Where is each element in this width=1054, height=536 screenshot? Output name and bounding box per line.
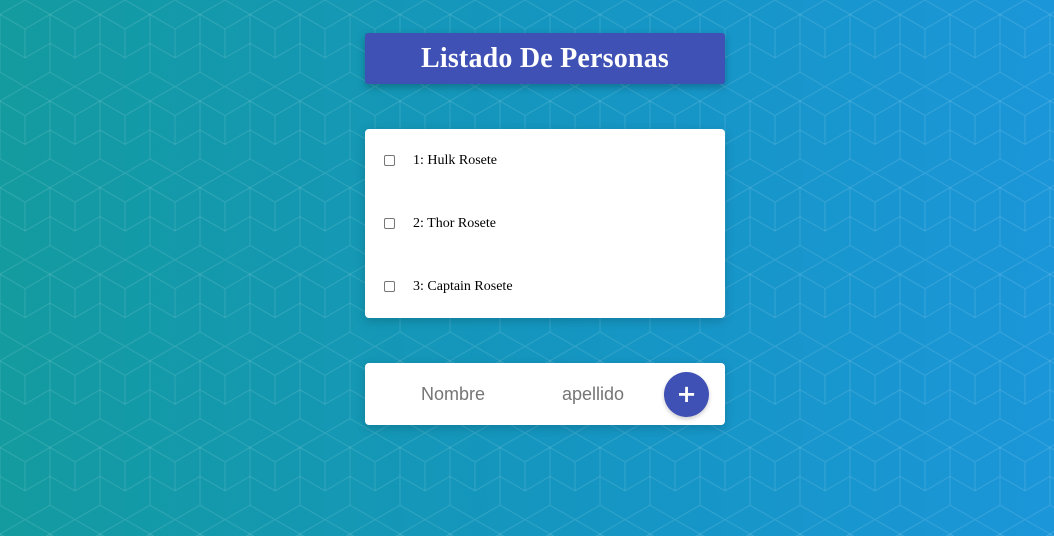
persona-checkbox[interactable] bbox=[384, 155, 395, 166]
persona-label: 2: Thor Rosete bbox=[413, 215, 496, 231]
add-persona-button[interactable]: + bbox=[664, 372, 709, 417]
list-item: 3: Captain Rosete bbox=[365, 255, 725, 318]
plus-icon: + bbox=[676, 380, 697, 408]
nombre-input[interactable] bbox=[393, 378, 513, 410]
title-banner: Listado De Personas bbox=[365, 33, 725, 84]
apellido-input[interactable] bbox=[533, 378, 653, 410]
personas-list: 1: Hulk Rosete 2: Thor Rosete 3: Captain… bbox=[365, 129, 725, 318]
persona-label: 3: Captain Rosete bbox=[413, 278, 513, 294]
list-item: 2: Thor Rosete bbox=[365, 192, 725, 255]
persona-checkbox[interactable] bbox=[384, 281, 395, 292]
persona-checkbox[interactable] bbox=[384, 218, 395, 229]
page-title: Listado De Personas bbox=[420, 42, 670, 74]
list-item: 1: Hulk Rosete bbox=[365, 129, 725, 192]
add-persona-form: + bbox=[365, 363, 725, 425]
persona-label: 1: Hulk Rosete bbox=[413, 152, 497, 168]
